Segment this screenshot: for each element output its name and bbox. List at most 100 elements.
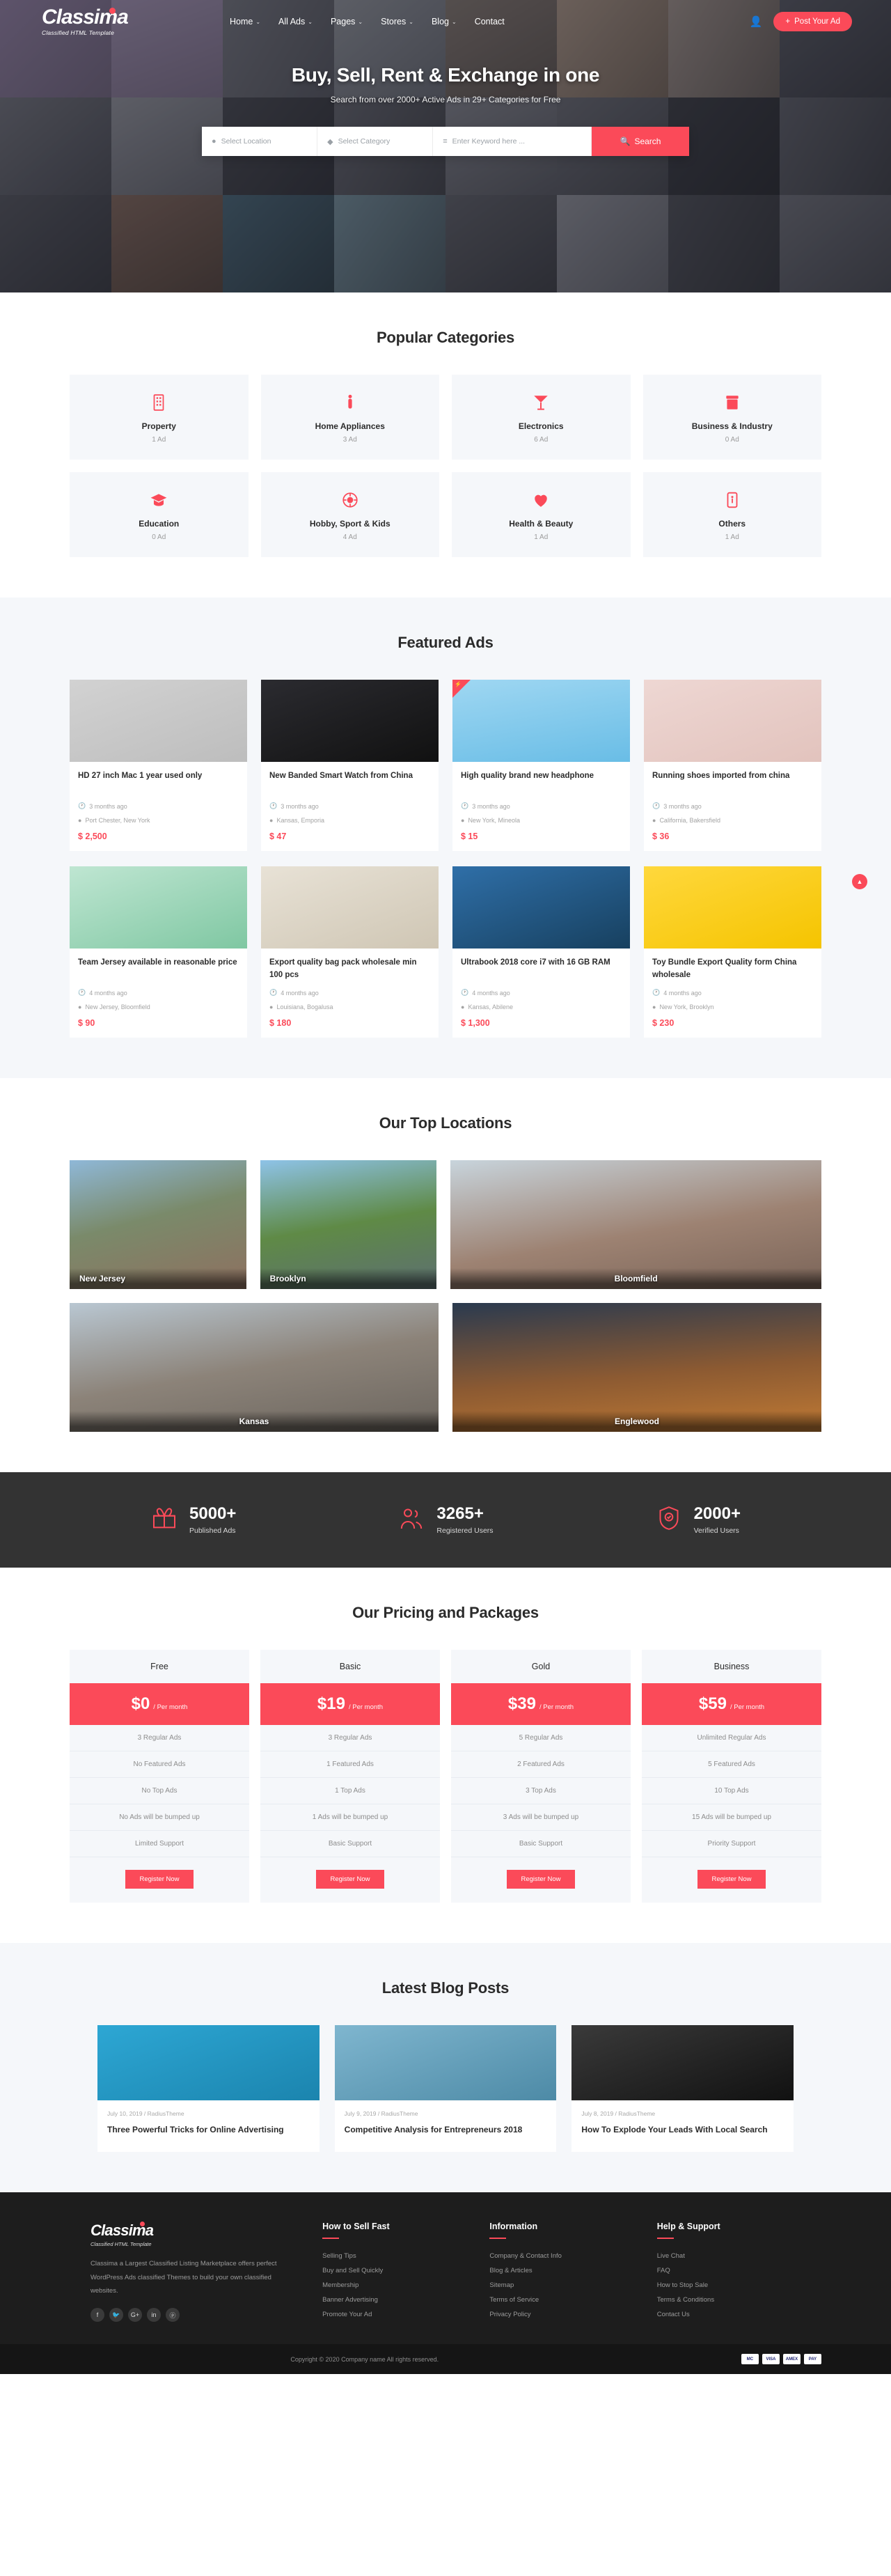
logo-dot-icon <box>109 8 116 14</box>
footer-link[interactable]: Terms & Conditions <box>657 2293 801 2307</box>
footer-link[interactable]: Promote Your Ad <box>322 2307 466 2322</box>
nav-item-stores[interactable]: Stores ⌄ <box>381 17 413 26</box>
site-footer: Classima Classified HTML Template Classi… <box>0 2192 891 2345</box>
user-account-icon[interactable]: 👤 <box>750 15 763 28</box>
search-button[interactable]: 🔍 Search <box>591 127 689 156</box>
chevron-down-icon: ⌄ <box>255 18 261 25</box>
footer-link[interactable]: Privacy Policy <box>489 2307 633 2322</box>
facebook-icon[interactable]: f <box>90 2308 104 2323</box>
post-your-ad-button[interactable]: + Post Your Ad <box>773 12 852 31</box>
location-card-brooklyn[interactable]: Brooklyn <box>260 1160 437 1289</box>
footer-link[interactable]: Buy and Sell Quickly <box>322 2263 466 2278</box>
footer-heading: Help & Support <box>656 2222 801 2239</box>
chevron-down-icon: ⌄ <box>308 18 313 25</box>
keyword-input[interactable]: ≡ Enter Keyword here ... <box>433 127 592 156</box>
footer-link[interactable]: Blog & Articles <box>489 2263 633 2278</box>
location-select[interactable]: ● Select Location <box>202 127 318 156</box>
category-card-property[interactable]: Property 1 Ad <box>70 375 249 460</box>
register-now-button[interactable]: Register Now <box>697 1870 766 1889</box>
clock-icon: 🕐 <box>78 802 86 809</box>
category-card-home-appliances[interactable]: Home Appliances 3 Ad <box>260 375 439 460</box>
nav-item-pages[interactable]: Pages ⌄ <box>331 17 363 26</box>
category-card-business-industry[interactable]: Business & Industry 0 Ad <box>642 375 821 460</box>
ad-card[interactable]: Team Jersey available in reasonable pric… <box>70 866 247 1038</box>
category-card-education[interactable]: Education 0 Ad <box>70 472 249 557</box>
map-pin-icon: ● <box>269 1004 274 1010</box>
register-now-button[interactable]: Register Now <box>316 1870 384 1889</box>
google-plus-icon[interactable]: G+ <box>128 2308 142 2323</box>
keyword-placeholder: Enter Keyword here ... <box>452 137 526 146</box>
blog-post-card[interactable]: July 8, 2019 / RadiusTheme How To Explod… <box>571 2025 794 2152</box>
ad-card[interactable]: Toy Bundle Export Quality form China who… <box>644 866 821 1038</box>
ad-card[interactable]: ⚡ High quality brand new headphone 🕐 3 mo… <box>452 680 630 851</box>
category-card-electronics[interactable]: Electronics 6 Ad <box>452 375 631 460</box>
footer-link[interactable]: FAQ <box>657 2263 801 2278</box>
blog-thumbnail <box>97 2025 320 2100</box>
category-count: 0 Ad <box>152 533 166 541</box>
ad-thumbnail: ⚡ <box>452 680 630 762</box>
ad-card[interactable]: Running shoes imported from china 🕐 3 mon… <box>644 680 821 851</box>
footer-link[interactable]: Sitemap <box>489 2278 633 2293</box>
ball-icon <box>267 491 434 509</box>
blog-post-title: How To Explode Your Leads With Local Sea… <box>581 2125 768 2134</box>
category-select[interactable]: ◆ Select Category <box>317 127 434 156</box>
ad-price: $ 90 <box>78 1018 95 1028</box>
category-name: Others <box>718 519 746 529</box>
location-card-englewood[interactable]: Englewood <box>452 1303 821 1432</box>
statistics-bar: 5000+ Published Ads 3265+ Registered Use… <box>0 1472 891 1568</box>
location-card-new-jersey[interactable]: New Jersey <box>70 1160 246 1289</box>
ad-card[interactable]: Export quality bag pack wholesale min 10… <box>261 866 439 1038</box>
plan-price: $19 <box>317 1694 345 1713</box>
footer-description: Classima a Largest Classified Listing Ma… <box>90 2259 277 2295</box>
register-now-button[interactable]: Register Now <box>125 1870 194 1889</box>
plan-feature: Basic Support <box>260 1831 440 1857</box>
ad-card[interactable]: HD 27 inch Mac 1 year used only 🕐 3 month… <box>70 680 247 851</box>
nav-item-home[interactable]: Home ⌄ <box>230 17 260 26</box>
footer-link[interactable]: Banner Advertising <box>322 2293 466 2307</box>
ad-title: Export quality bag pack wholesale min 10… <box>269 958 417 979</box>
twitter-icon[interactable]: 🐦 <box>109 2308 123 2323</box>
nav-item-blog[interactable]: Blog ⌄ <box>432 17 457 26</box>
category-name: Hobby, Sport & Kids <box>309 519 391 529</box>
nav-item-contact[interactable]: Contact <box>475 17 505 26</box>
footer-link[interactable]: Selling Tips <box>322 2249 466 2263</box>
ad-card[interactable]: New Banded Smart Watch from China 🕐 3 mon… <box>261 680 439 851</box>
site-logo[interactable]: Classima Classified HTML Template <box>35 7 174 37</box>
category-card-hobby-sport-kids[interactable]: Hobby, Sport & Kids 4 Ad <box>260 472 439 557</box>
plan-feature: 5 Regular Ads <box>451 1725 631 1751</box>
nav-label: Home <box>230 17 253 26</box>
category-card-others[interactable]: Others 1 Ad <box>642 472 821 557</box>
footer-link[interactable]: Live Chat <box>657 2249 801 2263</box>
category-name: Electronics <box>518 421 564 431</box>
footer-link[interactable]: How to Stop Sale <box>657 2278 801 2293</box>
ad-title: Team Jersey available in reasonable pric… <box>78 958 237 967</box>
footer-link[interactable]: Company & Contact Info <box>489 2249 633 2263</box>
search-label: Search <box>634 136 661 146</box>
ad-time: 🕐 3 months ago <box>269 802 319 810</box>
location-card-kansas[interactable]: Kansas <box>70 1303 439 1432</box>
top-locations-section: Our Top Locations New Jersey Brooklyn Bl… <box>0 1078 891 1472</box>
category-card-health-beauty[interactable]: Health & Beauty 1 Ad <box>452 472 631 557</box>
scroll-to-top-button[interactable]: ▲ <box>852 874 867 889</box>
map-pin-icon: ● <box>652 1004 656 1010</box>
pinterest-icon[interactable]: ⓟ <box>166 2308 180 2323</box>
footer-brand-column: Classima Classified HTML Template Classi… <box>90 2221 299 2323</box>
footer-link[interactable]: Terms of Service <box>489 2293 633 2307</box>
linkedin-icon[interactable]: in <box>147 2308 161 2323</box>
location-label: New Jersey <box>70 1268 246 1289</box>
ad-card[interactable]: Ultrabook 2018 core i7 with 16 GB RAM 🕐 4… <box>452 866 630 1038</box>
register-now-button[interactable]: Register Now <box>507 1870 575 1889</box>
nav-item-all-ads[interactable]: All Ads ⌄ <box>278 17 313 26</box>
footer-column-help-support: Help & Support Live Chat FAQ How to Stop… <box>656 2222 801 2323</box>
stat-number: 5000+ <box>189 1504 237 1524</box>
person-icon <box>267 393 434 412</box>
map-pin-icon: ● <box>461 817 465 824</box>
blog-post-card[interactable]: July 10, 2019 / RadiusTheme Three Powerf… <box>97 2025 320 2152</box>
blog-post-card[interactable]: July 9, 2019 / RadiusTheme Competitive A… <box>334 2025 557 2152</box>
category-name: Education <box>139 519 180 529</box>
clock-icon: 🕐 <box>652 802 661 809</box>
footer-link[interactable]: Membership <box>322 2278 466 2293</box>
footer-logo-tagline: Classified HTML Template <box>90 2240 152 2247</box>
location-card-bloomfield[interactable]: Bloomfield <box>450 1160 821 1289</box>
footer-link[interactable]: Contact Us <box>657 2307 801 2322</box>
